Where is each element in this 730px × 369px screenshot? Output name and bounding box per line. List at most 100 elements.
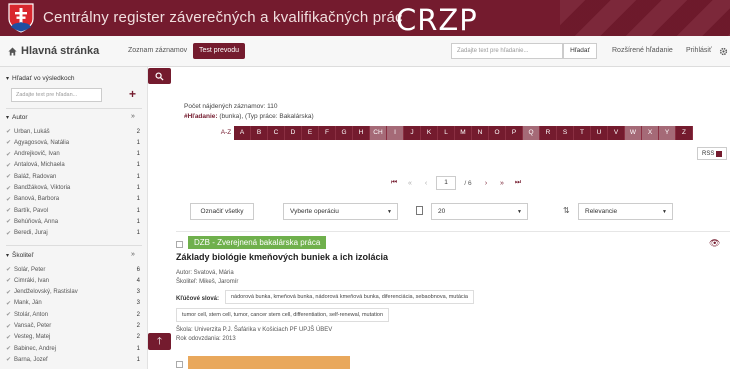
filter-item[interactable]: ✔ Agyagosová, Natália 1 [6, 137, 140, 148]
filter-item-label: Cimráki, Ivan [14, 277, 50, 284]
filter-item[interactable]: ✔ Bandžáková, Viktoria 1 [6, 183, 140, 194]
filter-item[interactable]: ✔ Cimráki, Ivan 4 [6, 275, 140, 286]
letter-filter[interactable]: O [489, 126, 506, 140]
letter-filter[interactable]: I [387, 126, 404, 140]
filter-item[interactable]: ✔ Vansač, Peter 2 [6, 321, 140, 332]
letter-filter[interactable]: S [557, 126, 574, 140]
letter-filter[interactable]: V [608, 126, 625, 140]
operation-value: Vyberte operáciu [290, 208, 339, 215]
filter-item-label: Behúňová, Anna [14, 218, 59, 225]
filter-item-label: Vansač, Peter [14, 323, 52, 329]
check-icon: ✔ [6, 278, 12, 285]
letter-filter[interactable]: G [336, 126, 353, 140]
result-checkbox[interactable] [176, 241, 183, 248]
filter-item-label: Bartík, Pavol [14, 207, 49, 214]
result-checkbox[interactable] [176, 361, 183, 368]
check-icon: ✔ [6, 230, 12, 237]
letter-filter[interactable]: Q [523, 126, 540, 140]
filter-item[interactable]: ✔ Jendželovský, Rastislav 3 [6, 287, 140, 298]
add-filter-icon[interactable]: + [129, 88, 136, 100]
last-page-icon[interactable]: ⏭ [510, 179, 526, 187]
next-page-icon[interactable]: › [478, 180, 494, 187]
eye-icon[interactable]: 👁 [709, 238, 720, 249]
caret-down-icon: ▼ [662, 208, 667, 215]
prev-fast-icon[interactable]: « [402, 180, 418, 187]
filter-item[interactable]: ✔ Babinec, Andrej 1 [6, 343, 140, 354]
sort-select[interactable]: Relevancie ▼ [578, 203, 673, 220]
first-page-icon[interactable]: ⏮ [386, 179, 402, 187]
prev-page-icon[interactable]: ‹ [418, 180, 434, 187]
letter-filter[interactable]: R [540, 126, 557, 140]
collapse-chevron-icon[interactable]: » [131, 113, 135, 120]
letter-filter[interactable]: D [285, 126, 302, 140]
supervisor-heading[interactable]: ▾ Školiteľ [6, 252, 33, 259]
type-badge: DZB - Zverejnená bakalárska práca [188, 236, 327, 249]
search-in-results-heading[interactable]: ▾ Hľadať vo výsledkoch [6, 75, 75, 82]
keywords-label: Kľúčové slová: [176, 296, 219, 302]
filter-item[interactable]: ✔ Barna, Jozef 1 [6, 354, 140, 365]
test-conversion-button[interactable]: Test prevodu [193, 43, 246, 59]
check-icon: ✔ [6, 334, 12, 341]
letter-filter[interactable]: CH [370, 126, 387, 140]
letter-filter[interactable]: L [438, 126, 455, 140]
filter-item[interactable]: ✔ Stolár, Anton 2 [6, 309, 140, 320]
letter-filter[interactable]: T [574, 126, 591, 140]
filter-item[interactable]: ✔ Bartík, Pavol 1 [6, 205, 140, 216]
filter-item[interactable]: ✔ Beredi, Juraj 1 [6, 228, 140, 239]
letter-filter[interactable]: W [625, 126, 642, 140]
filter-item[interactable]: ✔ Mank, Ján 3 [6, 298, 140, 309]
letter-filter[interactable]: C [268, 126, 285, 140]
chevron-down-icon: ▾ [6, 115, 10, 121]
rss-button[interactable]: RSS [697, 147, 728, 160]
search-input[interactable]: Zadajte text pre hľadanie... [451, 43, 563, 59]
filter-search-input[interactable]: Zadajte text pre hľadan... [11, 88, 102, 102]
letter-filter[interactable]: J [404, 126, 421, 140]
letter-filter[interactable]: E [302, 126, 319, 140]
filter-item[interactable]: ✔ Vesteg, Matej 2 [6, 332, 140, 343]
alphabet-reset[interactable]: A-Z [218, 126, 234, 140]
advanced-search-link[interactable]: Rozšírené hľadanie [612, 47, 673, 54]
letter-filter[interactable]: P [506, 126, 523, 140]
operation-select[interactable]: Vyberte operáciu ▼ [283, 203, 398, 220]
letter-filter[interactable]: N [472, 126, 489, 140]
filter-item[interactable]: ✔ Banová, Barbora 1 [6, 194, 140, 205]
filter-item-count: 1 [136, 218, 140, 225]
letter-filter[interactable]: Y [659, 126, 676, 140]
records-list-link[interactable]: Zoznam záznamov [128, 47, 187, 54]
filter-item[interactable]: ✔ Antalová, Michaela 1 [6, 160, 140, 171]
author-heading[interactable]: ▾ Autor [6, 114, 28, 121]
letter-filter[interactable]: Z [676, 126, 693, 140]
divider [6, 108, 142, 109]
check-icon: ✔ [6, 151, 12, 158]
letter-filter[interactable]: K [421, 126, 438, 140]
filter-item[interactable]: ✔ Baláž, Radovan 1 [6, 171, 140, 182]
page-number-input[interactable]: 1 [436, 176, 456, 190]
scroll-to-top-button[interactable]: 🡑 [148, 333, 171, 350]
home-link[interactable]: Hlavná stránka [8, 45, 99, 57]
filter-item-count: 1 [136, 207, 140, 214]
search-button[interactable]: Hľadať [563, 43, 597, 59]
filter-item[interactable]: ✔ Andrejkovič, Ivan 1 [6, 149, 140, 160]
login-link[interactable]: Prihlásiť [686, 47, 712, 54]
letter-filter[interactable]: A [234, 126, 251, 140]
select-all-button[interactable]: Označiť všetky [190, 203, 254, 220]
letter-filter[interactable]: H [353, 126, 370, 140]
letter-filter[interactable]: M [455, 126, 472, 140]
filter-search-button[interactable] [148, 68, 171, 84]
filter-item-count: 2 [136, 128, 140, 135]
result-year: Rok odovzdania: 2013 [176, 336, 236, 342]
filter-item[interactable]: ✔ Solár, Peter 6 [6, 264, 140, 275]
page-size-select[interactable]: 20 ▼ [431, 203, 528, 220]
letter-filter[interactable]: X [642, 126, 659, 140]
query-label: #Hľadanie: [184, 113, 218, 120]
collapse-chevron-icon[interactable]: » [131, 251, 135, 258]
gear-icon[interactable] [719, 47, 728, 56]
result-title[interactable]: Základy biológie kmeňových buniek a ich … [176, 252, 388, 262]
letter-filter[interactable]: F [319, 126, 336, 140]
letter-filter[interactable]: U [591, 126, 608, 140]
filter-item[interactable]: ✔ Urban, Lukáš 2 [6, 126, 140, 137]
check-icon: ✔ [6, 196, 12, 203]
letter-filter[interactable]: B [251, 126, 268, 140]
next-fast-icon[interactable]: » [494, 180, 510, 187]
filter-item[interactable]: ✔ Behúňová, Anna 1 [6, 216, 140, 227]
